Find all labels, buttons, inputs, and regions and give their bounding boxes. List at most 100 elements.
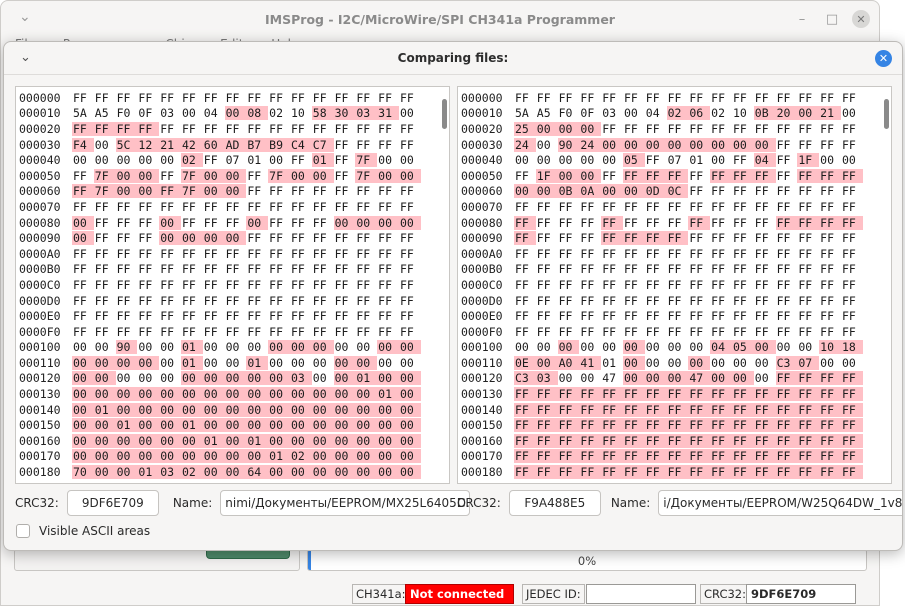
hex-byte[interactable]: FF xyxy=(137,309,159,323)
hex-byte[interactable]: FF xyxy=(246,325,268,339)
hex-byte-diff[interactable]: 24 xyxy=(579,137,602,152)
hex-byte-diff[interactable]: 00 xyxy=(137,355,160,370)
hex-byte[interactable]: FF xyxy=(688,309,710,323)
hex-byte[interactable]: FF xyxy=(116,325,138,339)
hex-byte-diff[interactable]: FF xyxy=(622,387,645,402)
hex-byte-diff[interactable]: FF xyxy=(819,449,841,464)
hex-byte[interactable]: FF xyxy=(732,262,754,276)
hex-byte[interactable]: 00 xyxy=(732,356,754,370)
hex-byte[interactable]: F0 xyxy=(558,106,580,120)
hex-byte[interactable]: 00 xyxy=(225,356,247,370)
hex-byte-diff[interactable]: 01 xyxy=(355,371,378,386)
hex-byte[interactable]: FF xyxy=(116,247,138,261)
hex-byte-diff[interactable]: FF xyxy=(622,433,645,448)
hex-byte[interactable]: FF xyxy=(159,247,181,261)
hex-byte-diff[interactable]: 00 xyxy=(289,340,312,355)
hex-byte-diff[interactable]: FF xyxy=(557,418,580,433)
hex-byte[interactable]: FF xyxy=(841,309,863,323)
hex-byte-diff[interactable]: 0C xyxy=(666,184,689,199)
hex-byte[interactable]: FF xyxy=(116,309,138,323)
hex-byte[interactable]: FF xyxy=(377,231,399,245)
hex-byte[interactable]: FF xyxy=(334,309,356,323)
hex-byte-diff[interactable]: 00 xyxy=(180,387,203,402)
hex-byte[interactable]: FF xyxy=(290,309,312,323)
hex-byte[interactable]: FF xyxy=(645,91,667,105)
hex-byte-diff[interactable]: 00 xyxy=(753,340,776,355)
hex-byte[interactable]: FF xyxy=(536,262,558,276)
hex-byte[interactable]: FF xyxy=(312,216,334,230)
hex-byte-diff[interactable]: 00 xyxy=(115,465,138,480)
hex-byte-diff[interactable]: 00 xyxy=(333,418,356,433)
hex-byte-diff[interactable]: 7F xyxy=(268,168,290,183)
hex-byte[interactable]: FF xyxy=(116,262,138,276)
hex-byte[interactable]: FF xyxy=(797,91,819,105)
hex-byte[interactable]: FF xyxy=(355,91,377,105)
hex-byte[interactable]: FF xyxy=(579,231,601,245)
hex-byte[interactable]: FF xyxy=(667,200,689,214)
hex-byte[interactable]: FF xyxy=(579,91,601,105)
hex-byte-diff[interactable]: 00 xyxy=(159,402,181,417)
left-name-field[interactable]: nimi/Документы/EEPROM/MX25L6405D.bin xyxy=(220,490,471,516)
hex-byte-diff[interactable]: FF xyxy=(753,168,776,183)
hex-byte[interactable]: FF xyxy=(688,262,710,276)
hex-byte[interactable]: FF xyxy=(536,294,558,308)
hex-byte[interactable]: FF xyxy=(710,325,732,339)
hex-byte-diff[interactable]: 0B xyxy=(557,184,580,199)
hex-byte[interactable]: FF xyxy=(797,184,819,198)
hex-byte-diff[interactable]: 00 xyxy=(115,168,138,183)
hex-byte-diff[interactable]: FF xyxy=(797,449,820,464)
hex-byte-diff[interactable]: 00 xyxy=(202,168,225,183)
hex-byte-diff[interactable]: 00 xyxy=(72,355,94,370)
hex-byte-diff[interactable]: FF xyxy=(797,168,820,183)
hex-byte[interactable]: FF xyxy=(579,200,601,214)
hex-byte-diff[interactable]: 24 xyxy=(514,137,536,152)
hex-byte[interactable]: FF xyxy=(399,122,421,136)
hex-byte[interactable]: FF xyxy=(334,231,356,245)
hex-byte-diff[interactable]: 00 xyxy=(93,449,116,464)
hex-byte-diff[interactable]: 01 xyxy=(93,402,116,417)
hex-byte-diff[interactable]: 90 xyxy=(557,137,580,152)
hex-byte-diff[interactable]: FF xyxy=(797,418,820,433)
hex-byte[interactable]: FF xyxy=(137,294,159,308)
hex-byte[interactable]: FF xyxy=(246,278,268,292)
hex-byte-diff[interactable]: 00 xyxy=(246,371,269,386)
hex-byte[interactable]: 00 xyxy=(312,371,334,385)
hex-byte-diff[interactable]: 00 xyxy=(311,418,334,433)
hex-byte-diff[interactable]: 00 xyxy=(180,371,203,386)
hex-byte[interactable]: FF xyxy=(558,262,580,276)
hex-byte[interactable]: FF xyxy=(225,122,247,136)
hex-byte-diff[interactable]: 00 xyxy=(72,433,94,448)
hex-byte[interactable]: FF xyxy=(819,325,841,339)
hex-byte[interactable]: FF xyxy=(623,91,645,105)
hex-byte-diff[interactable]: FF xyxy=(688,449,711,464)
hex-byte-diff[interactable]: 00 xyxy=(93,465,116,480)
hex-byte[interactable]: FF xyxy=(159,200,181,214)
hex-byte[interactable]: 00 xyxy=(797,340,819,354)
hex-byte-diff[interactable]: 01 xyxy=(180,418,203,433)
hex-byte[interactable]: FF xyxy=(290,247,312,261)
hex-byte[interactable]: FF xyxy=(797,247,819,261)
hex-byte[interactable]: FF xyxy=(355,122,377,136)
hex-byte[interactable]: FF xyxy=(246,247,268,261)
hex-byte-diff[interactable]: 00 xyxy=(268,371,290,386)
hex-byte-diff[interactable]: FF xyxy=(819,465,841,480)
hex-byte[interactable]: 01 xyxy=(601,356,623,370)
hex-byte[interactable]: FF xyxy=(116,200,138,214)
hex-byte-diff[interactable]: 00 xyxy=(137,449,160,464)
hex-byte[interactable]: FF xyxy=(754,216,776,230)
hex-byte-diff[interactable]: 01 xyxy=(180,340,203,355)
hex-byte-diff[interactable]: FF xyxy=(535,387,558,402)
hex-byte-diff[interactable]: FF xyxy=(840,465,863,480)
hex-byte[interactable]: FF xyxy=(776,278,798,292)
hex-byte-diff[interactable]: FF xyxy=(819,387,841,402)
hex-byte-diff[interactable]: 00 xyxy=(333,355,356,370)
hex-byte-diff[interactable]: 7F xyxy=(180,168,203,183)
hex-byte[interactable]: FF xyxy=(776,169,798,183)
hex-byte[interactable]: FF xyxy=(334,200,356,214)
hex-byte-diff[interactable]: FF xyxy=(731,418,754,433)
hex-byte[interactable]: FF xyxy=(268,247,290,261)
hex-byte[interactable]: F0 xyxy=(116,106,138,120)
hex-byte[interactable]: FF xyxy=(334,138,356,152)
hex-byte[interactable]: FF xyxy=(776,153,798,167)
hex-byte[interactable]: FF xyxy=(601,294,623,308)
